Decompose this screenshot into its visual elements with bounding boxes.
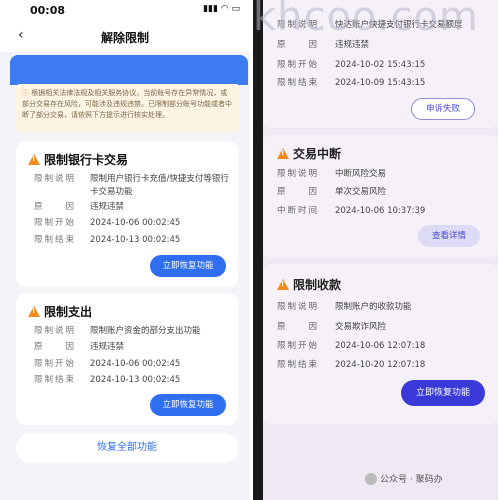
detail-row: 卡交易功能 [34,185,133,197]
detail-row: 限制结束 2024-10-20 12:07:18 [277,358,425,370]
restore-function-button[interactable]: 立即恢复功能 [401,380,485,406]
warning-icon [277,279,289,290]
card-title-text: 限制支出 [44,305,93,319]
detail-row: 限制结束 2024-10-13 00:02:45 [34,233,180,245]
warning-icon [277,148,289,159]
row-value: 限制用户银行卡充值/快捷支付等银行 [90,174,229,184]
restore-function-button[interactable]: 立即恢复功能 [150,255,226,277]
row-value: 交易欺诈风险 [335,322,387,332]
restriction-card-quickpay: 限制说明 快达账户快捷支付银行卡交易额度 原 因 违规违禁 限制开始 2024-10-… [263,0,498,128]
row-value: 违规违禁 [90,202,125,212]
row-value: 2024-10-13 00:02:45 [90,235,181,245]
row-label: 限制开始 [277,60,320,70]
status-time: 00:08 [30,4,66,17]
row-value: 快达账户快捷支付银行卡交易额度 [335,20,463,30]
detail-row: 限制开始 2024-10-06 00:02:45 [34,357,180,369]
row-value: 2024-10-06 00:02:45 [90,359,181,369]
row-label: 限制开始 [34,359,77,369]
detail-row: 限制开始 2024-10-06 12:07:18 [277,339,425,351]
row-value: 2024-10-13 00:02:45 [90,375,181,385]
card-title-text: 限制收款 [293,278,342,292]
wechat-credit: 公众号 · 聚码办 [365,472,443,485]
detail-row: 限制结束 2024-10-13 00:02:45 [34,373,180,385]
status-icons: ▮▮▮ ◠ ▭ [203,4,240,14]
appeal-failed-button[interactable]: 申诉失败 [411,98,475,120]
row-label: 限制开始 [277,341,320,351]
detail-row: 限制开始 2024-10-02 15:43:15 [277,58,425,70]
detail-row: 限制说明 中断风险交易 [277,167,386,179]
row-label: 原 因 [277,187,320,197]
detail-row: 限制说明 快达账户快捷支付银行卡交易额度 [277,18,463,30]
restore-function-button[interactable]: 立即恢复功能 [150,394,226,416]
detail-row: 原 因 违规违禁 [277,38,369,50]
row-value: 违规违禁 [335,40,370,50]
row-value: 2024-10-20 12:07:18 [335,360,426,370]
wechat-icon [365,473,377,485]
detail-row: 限制说明 限制用户银行卡充值/快捷支付等银行 [34,172,229,184]
row-value: 2024-10-06 12:07:18 [335,341,426,351]
restriction-card-bank: 限制银行卡交易 限制说明 限制用户银行卡充值/快捷支付等银行 卡交易功能 原 因 违… [16,141,238,287]
row-label: 限制结束 [277,360,320,370]
row-label: 原 因 [277,322,320,332]
row-value: 违规违禁 [90,342,125,352]
credit-text: 公众号 · 聚码办 [380,475,443,485]
notice-text: 根据相关法律法规及相关服务协议，当前账号存在异常情况，或部分交易存在风险，可能涉… [22,89,232,119]
detail-row: 限制说明 限制账户的收款功能 [277,300,412,312]
info-icon: ⓘ [22,89,29,97]
card-title-text: 交易中断 [293,147,342,161]
left-phone-screen: 00:08 ▮▮▮ ◠ ▭ ‹ 解除限制 ⓘ 根据相关法律法规及相关服务协议，当… [0,0,250,500]
view-details-button[interactable]: 查看详情 [418,225,480,247]
status-bar: 00:08 ▮▮▮ ◠ ▭ [0,0,250,22]
card-title: 交易中断 [277,145,341,162]
row-label: 限制说明 [34,174,77,184]
detail-row: 原 因 单次交易风险 [277,185,386,197]
card-title-text: 限制银行卡交易 [44,153,129,167]
row-label: 限制结束 [34,235,77,245]
warning-icon [28,154,40,165]
row-value: 中断风险交易 [335,169,387,179]
restriction-card-spending: 限制支出 限制说明 限制账户资金的部分支出功能 原 因 违规违禁 限制开始 2024-… [16,293,238,425]
nav-bar: ‹ 解除限制 [0,22,250,52]
restriction-card-receipt: 限制收款 限制说明 限制账户的收款功能 原 因 交易欺诈风险 限制开始 2024-10… [263,264,498,424]
right-phone-screen: 限制说明 快达账户快捷支付银行卡交易额度 原 因 违规违禁 限制开始 2024-10-… [253,0,498,500]
detail-row: 中断时间 2024-10-06 10:37:39 [277,204,425,216]
row-value: 卡交易功能 [90,187,133,197]
page-title: 解除限制 [100,31,149,45]
transaction-interrupt-card: 交易中断 限制说明 中断风险交易 原 因 单次交易风险 中断时间 2024-10-06… [263,135,498,258]
risk-notice: ⓘ 根据相关法律法规及相关服务协议，当前账号存在异常情况，或部分交易存在风险，可… [16,84,240,132]
row-label: 限制结束 [277,78,320,88]
row-label: 原 因 [34,202,77,212]
restore-all-button[interactable]: 恢复全部功能 [16,433,238,463]
detail-row: 原 因 交易欺诈风险 [277,320,386,332]
row-label: 限制结束 [34,375,77,385]
row-label: 原 因 [277,40,320,50]
warning-icon [28,306,40,317]
card-title: 限制银行卡交易 [28,151,128,168]
detail-row: 原 因 违规违禁 [34,340,124,352]
detail-row: 限制说明 限制账户资金的部分支出功能 [34,324,201,336]
row-value: 限制账户资金的部分支出功能 [90,326,201,336]
card-title: 限制支出 [28,303,92,320]
detail-row: 限制结束 2024-10-09 15:43:15 [277,76,425,88]
row-value: 2024-10-06 00:02:45 [90,218,181,228]
row-value: 2024-10-06 10:37:39 [335,206,426,216]
header-banner [10,55,248,85]
row-value: 限制账户的收款功能 [335,302,412,312]
row-value: 单次交易风险 [335,187,387,197]
row-label: 原 因 [34,342,77,352]
row-label: 限制说明 [34,326,77,336]
phone-bezel [253,0,263,500]
row-label: 限制开始 [34,218,77,228]
row-label: 中断时间 [277,206,320,216]
detail-row: 原 因 违规违禁 [34,200,124,212]
card-title: 限制收款 [277,276,341,293]
detail-row: 限制开始 2024-10-06 00:02:45 [34,216,180,228]
row-label: 限制说明 [277,169,320,179]
row-value: 2024-10-02 15:43:15 [335,60,426,70]
row-label: 限制说明 [277,20,320,30]
row-label: 限制说明 [277,302,320,312]
row-value: 2024-10-09 15:43:15 [335,78,426,88]
